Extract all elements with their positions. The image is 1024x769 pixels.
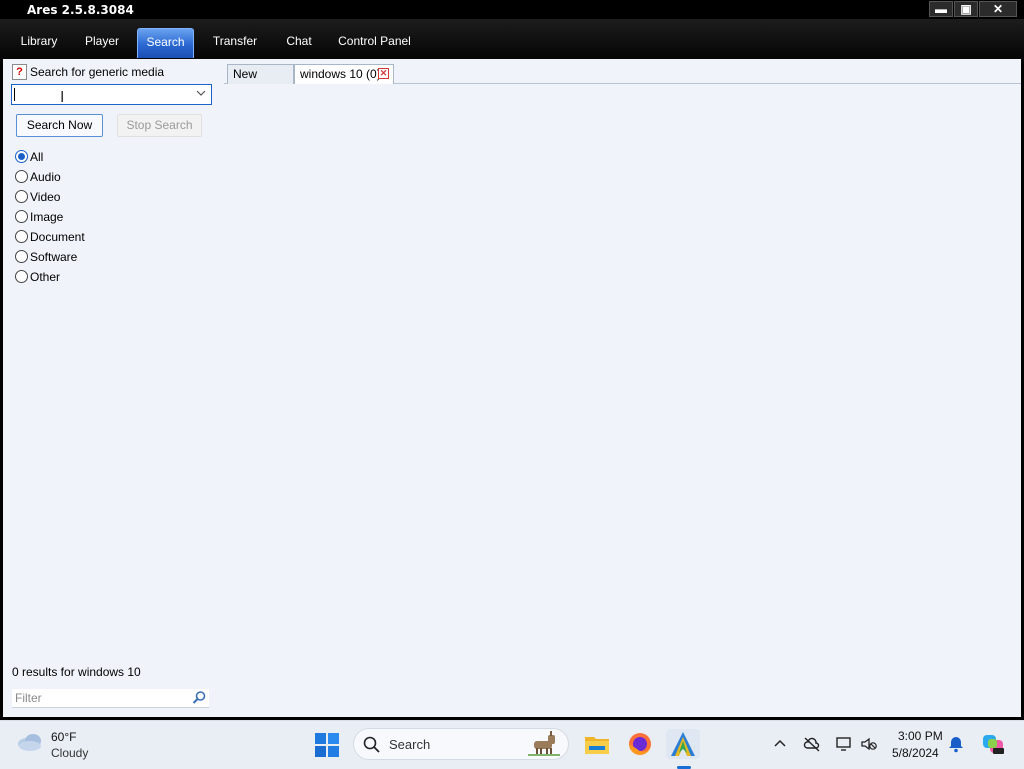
donkey-icon xyxy=(526,731,562,757)
nav-tab-chat[interactable]: Chat xyxy=(277,28,321,58)
sound-muted-icon[interactable] xyxy=(860,735,878,753)
chevron-up-icon[interactable] xyxy=(771,735,789,753)
minimize-button[interactable]: ▬ xyxy=(929,1,953,17)
nav-tab-control-panel[interactable]: Control Panel xyxy=(333,28,416,58)
nav-tab-search[interactable]: Search xyxy=(137,28,194,58)
radio-label: Video xyxy=(30,190,61,204)
maximize-button[interactable]: ▣ xyxy=(954,1,978,17)
clock-time[interactable]: 3:00 PM xyxy=(898,729,943,743)
window-title: Ares 2.5.8.3084 xyxy=(27,3,134,17)
radio-document[interactable] xyxy=(15,230,28,243)
monitor-icon[interactable] xyxy=(835,735,853,753)
search-icon xyxy=(363,736,381,754)
radio-all[interactable] xyxy=(15,150,28,163)
cloud-icon[interactable] xyxy=(16,731,44,753)
tab-label: windows 10 (0) xyxy=(300,67,381,81)
tab-search-windows-10[interactable]: windows 10 (0) ✕ xyxy=(294,64,394,85)
nav-tab-library[interactable]: Library xyxy=(10,28,68,58)
clock-date[interactable]: 5/8/2024 xyxy=(892,746,939,760)
taskbar-search-placeholder: Search xyxy=(389,737,431,752)
radio-label: Software xyxy=(30,250,78,264)
taskbar-search-box[interactable]: Search xyxy=(353,728,569,760)
taskbar: 60°F Cloudy Search 3:00 PM 5/8/2024 xyxy=(0,720,1024,769)
help-icon[interactable]: ? xyxy=(12,64,27,80)
radio-audio[interactable] xyxy=(15,170,28,183)
radio-software[interactable] xyxy=(15,250,28,263)
text-caret xyxy=(14,88,15,101)
stop-search-button[interactable]: Stop Search xyxy=(117,114,202,137)
nav-tab-player[interactable]: Player xyxy=(78,28,126,58)
search-input[interactable] xyxy=(14,86,192,103)
search-heading: Search for generic media xyxy=(30,65,165,79)
chevron-down-icon[interactable] xyxy=(194,87,208,102)
radio-label: All xyxy=(30,150,44,164)
file-explorer-icon[interactable] xyxy=(582,729,612,759)
tab-new-search[interactable]: New search xyxy=(227,64,294,99)
main-nav: Library Player Search Transfer Chat Cont… xyxy=(0,19,1024,59)
search-now-button[interactable]: Search Now xyxy=(16,114,103,137)
search-query-combobox[interactable] xyxy=(11,84,212,105)
radio-label: Other xyxy=(30,270,61,284)
title-bar: Ares 2.5.8.3084 ▬ ▣ ✕ xyxy=(0,0,1024,19)
radio-label: Document xyxy=(30,230,85,244)
ibeam-cursor-icon: I xyxy=(60,88,65,106)
copilot-icon[interactable] xyxy=(981,732,1005,756)
filter-box[interactable] xyxy=(12,689,209,708)
radio-video[interactable] xyxy=(15,190,28,203)
weather-temp[interactable]: 60°F xyxy=(51,730,76,744)
cloud-offline-icon[interactable] xyxy=(803,735,821,753)
nav-tab-transfer[interactable]: Transfer xyxy=(205,28,265,58)
radio-label: Audio xyxy=(30,170,61,184)
weather-desc[interactable]: Cloudy xyxy=(51,746,88,760)
close-button[interactable]: ✕ xyxy=(979,1,1017,17)
search-icon[interactable] xyxy=(191,690,207,706)
results-area xyxy=(224,84,1021,717)
results-count: 0 results for windows 10 xyxy=(12,665,141,679)
firefox-icon[interactable] xyxy=(625,729,655,759)
close-icon[interactable]: ✕ xyxy=(378,68,389,79)
ares-icon[interactable] xyxy=(666,729,700,759)
filter-input[interactable] xyxy=(15,690,185,706)
radio-label: Image xyxy=(30,210,64,224)
radio-image[interactable] xyxy=(15,210,28,223)
notification-bell-icon[interactable] xyxy=(947,735,965,753)
radio-other[interactable] xyxy=(15,270,28,283)
windows-start-icon[interactable] xyxy=(315,733,339,757)
